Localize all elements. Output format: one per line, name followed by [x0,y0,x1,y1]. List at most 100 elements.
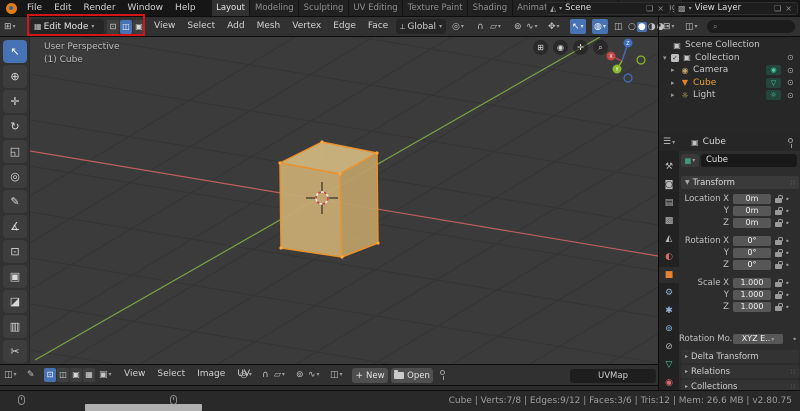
lock-icon[interactable] [774,290,783,299]
tool-inset-faces[interactable]: ▣ [3,265,27,288]
tool-annotate[interactable]: ✎ [3,190,27,213]
rotation-z-field[interactable]: 0° [733,259,771,271]
uv-sticky-select-dropdown[interactable]: ▣ ▾ [99,367,112,382]
zoom-view-icon[interactable]: ⌕ [593,40,608,55]
active-tool-gizmo-button[interactable]: ↖ ▾ [570,19,586,34]
material-shading-icon[interactable]: ◑ [648,22,656,32]
tab-constraints[interactable]: ⊘ [659,339,679,355]
uv-menu-select[interactable]: Select [151,367,191,382]
properties-pin-icon[interactable] [788,137,793,148]
transform-panel-header[interactable]: ▼ Transform ∷ [681,176,799,189]
uvmap-name-field[interactable]: UVMap [570,369,656,383]
visibility-eye-icon[interactable]: ⊙ [787,78,800,87]
outliner-row-light[interactable]: ▸ ☼ Light ☼ ⊙ [659,89,800,102]
object-name-field[interactable]: Cube [701,154,797,167]
tab-view-layer[interactable]: ▩ [659,213,679,229]
lock-icon[interactable] [774,218,783,227]
outliner-display-dropdown[interactable]: ◫ ▾ [685,19,698,34]
tab-modifiers[interactable]: ⚙ [659,285,679,301]
orientation-dropdown[interactable]: ⟂ Global ▾ [396,19,447,34]
editor-type-button[interactable]: ⊞ ▾ [4,19,16,34]
wireframe-shading-icon[interactable]: ○ [628,22,636,32]
outliner-row-scene-collection[interactable]: ▣ Scene Collection ⊙ [659,39,800,52]
gizmos-dropdown[interactable]: ✥ ▾ [548,19,560,34]
scene-selector[interactable]: ◭ ▾ Scene ❏ × [546,1,670,15]
location-z-field[interactable]: 0m [733,217,771,229]
panel-drag-handle[interactable]: ∷ [791,383,795,391]
tab-layout[interactable]: Layout [211,0,251,16]
camera-view-icon[interactable]: ◉ [553,40,568,55]
remove-view-layer-icon[interactable]: × [783,4,794,13]
navigation-gizmo[interactable]: XYZ [606,38,646,83]
panel-menu-icon[interactable]: ∷ [791,179,795,187]
outliner-row-camera[interactable]: ▸ ◉ Camera ◉ ⊙ [659,64,800,77]
menu-view[interactable]: View [148,19,181,34]
tool-move[interactable]: ✛ [3,90,27,113]
tool-knife[interactable]: ✂ [3,340,27,363]
tool-rotate[interactable]: ↻ [3,115,27,138]
visibility-eye-icon[interactable]: ⊙ [787,66,800,75]
panel-delta-transform[interactable]: ▸ Delta Transform ∷ [681,350,799,363]
new-image-button[interactable]: + New [352,368,388,383]
tool-loop-cut[interactable]: ▥ [3,315,27,338]
blender-logo-icon[interactable] [6,2,17,14]
tool-transform[interactable]: ◎ [3,165,27,188]
menu-file[interactable]: File [21,1,48,16]
location-y-field[interactable]: 0m [733,205,771,217]
animate-dot-icon[interactable]: • [785,291,790,300]
3d-viewport[interactable]: XYZ ↖⊕✛↻◱◎✎∡⊡▣◪▥✂△ User Perspective (1) … [0,37,658,364]
tool-extrude-region[interactable]: ⊡ [3,240,27,263]
overlays-dropdown[interactable]: ◍ ▾ [592,19,608,34]
animate-dot-icon[interactable]: • [785,303,790,312]
menu-vertex[interactable]: Vertex [286,19,327,34]
animate-dot-icon[interactable]: • [785,219,790,228]
tab-tool[interactable]: ⚒ [659,159,679,175]
outliner-filter-dropdown[interactable]: ⊟ ▾ [663,19,675,34]
tab-particles[interactable]: ✱ [659,303,679,319]
tab-modeling[interactable]: Modeling [250,0,300,16]
tool-scale[interactable]: ◱ [3,140,27,163]
menu-edge[interactable]: Edge [327,19,362,34]
uv-island-select-button[interactable]: ▦ [83,367,95,382]
tool-cursor[interactable]: ⊕ [3,65,27,88]
panel-relations[interactable]: ▸ Relations ∷ [681,365,799,378]
outliner-search-input[interactable]: ⌕ [707,20,795,33]
view-layer-selector[interactable]: ▩ ▾ View Layer ❏ × [674,1,798,15]
animate-dot-icon[interactable]: • [792,335,797,344]
cube-mesh[interactable] [278,140,380,259]
expand-arrow-icon[interactable]: ▸ [671,79,679,87]
tab-object-data[interactable]: ▽ [659,357,679,373]
gizmo-negative-z-axis[interactable] [623,73,633,83]
scale-x-field[interactable]: 1.000 [733,277,771,289]
uv-edge-select-button[interactable]: ◫ [57,367,69,382]
solid-shading-icon[interactable]: ● [636,21,647,32]
image-browse-dropdown[interactable]: ◫ ▾ [330,367,343,382]
uv-pin-icon[interactable] [440,367,445,382]
rotation-y-field[interactable]: 0° [733,247,771,259]
vertex-select-mode-button[interactable]: ⊡ [107,19,119,34]
menu-add[interactable]: Add [221,19,250,34]
tab-physics[interactable]: ⊚ [659,321,679,337]
tab-scene[interactable]: ◭ [659,231,679,247]
xray-toggle-icon[interactable]: ◫ [614,19,623,34]
tab-texture-paint[interactable]: Texture Paint [403,0,469,16]
lock-icon[interactable] [774,302,783,311]
panel-collections[interactable]: ▸ Collections ∷ [681,380,799,390]
uv-snap-target-dropdown[interactable]: ▱ ▾ [274,367,285,382]
snap-toggle-icon[interactable]: ∩ [477,19,484,34]
uv-snap-toggle-icon[interactable]: ∩ [262,367,269,382]
tab-uv-editing[interactable]: UV Editing [348,0,404,16]
menu-mesh[interactable]: Mesh [251,19,287,34]
menu-select[interactable]: Select [181,19,221,34]
expand-arrow-icon[interactable]: ▸ [671,66,679,74]
lock-icon[interactable] [774,260,783,269]
open-image-button[interactable]: Open [391,368,433,383]
location-x-field[interactable]: 0m [733,193,771,205]
menu-render[interactable]: Render [78,1,122,16]
animate-dot-icon[interactable]: • [785,261,790,270]
scale-z-field[interactable]: 1.000 [733,301,771,313]
menu-help[interactable]: Help [169,1,202,16]
tool-select-box[interactable]: ↖ [3,40,27,63]
tab-material[interactable]: ◉ [659,375,679,390]
mode-dropdown[interactable]: ▦ Edit Mode ▾ [30,19,104,34]
